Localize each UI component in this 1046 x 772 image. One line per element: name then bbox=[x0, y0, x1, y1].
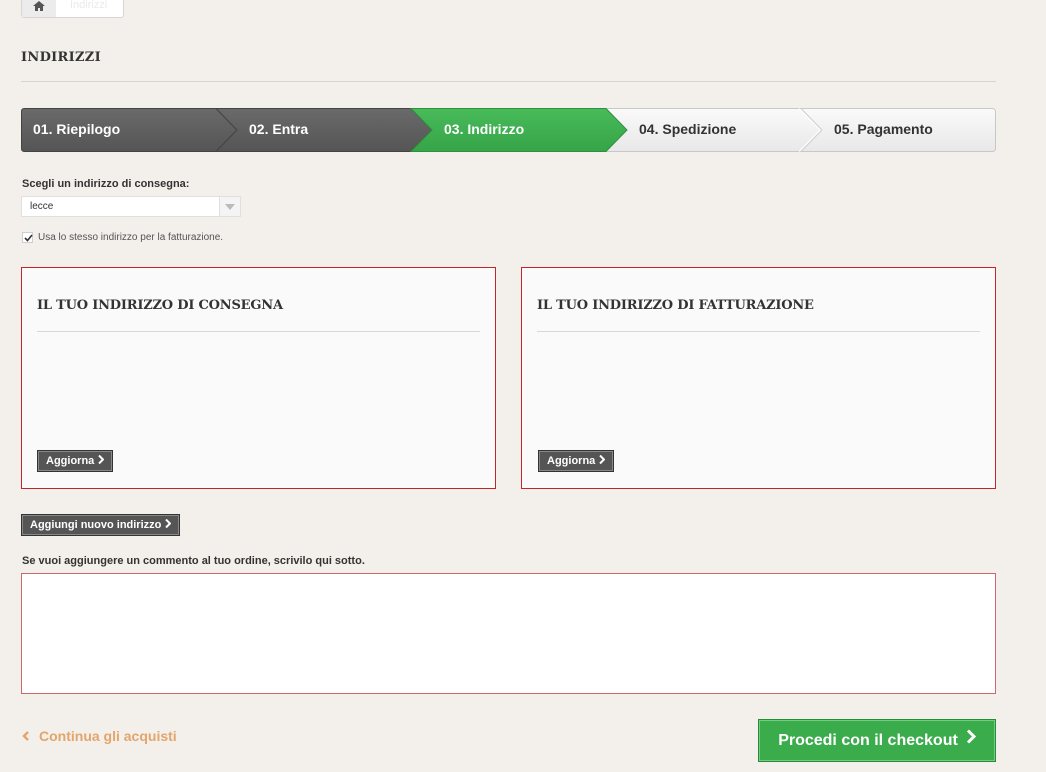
comment-textarea[interactable] bbox=[21, 573, 996, 694]
billing-address-box: IL TUO INDIRIZZO DI FATTURAZIONE Aggiorn… bbox=[521, 267, 996, 489]
delivery-address-divider bbox=[37, 331, 480, 332]
step-entra[interactable]: 02. Entra bbox=[249, 121, 308, 137]
billing-address-heading: IL TUO INDIRIZZO DI FATTURAZIONE bbox=[537, 298, 814, 313]
chevron-left-icon bbox=[22, 728, 29, 744]
checkout-steps: 01. Riepilogo 02. Entra 03. Indirizzo 04… bbox=[21, 108, 996, 152]
same-billing-checkbox[interactable] bbox=[22, 232, 33, 243]
update-billing-button[interactable]: Aggiorna bbox=[538, 450, 615, 472]
delivery-address-label: Scegli un indirizzo di consegna: bbox=[22, 178, 190, 190]
chevron-right-icon bbox=[966, 719, 976, 760]
add-address-button[interactable]: Aggiungi nuovo indirizzo bbox=[21, 514, 181, 536]
add-address-label: Aggiungi nuovo indirizzo bbox=[30, 519, 162, 531]
chevron-right-icon bbox=[165, 515, 172, 535]
checkout-label: Procedi con il checkout bbox=[778, 732, 958, 749]
page-title: INDIRIZZI bbox=[21, 50, 101, 65]
step-spedizione: 04. Spedizione bbox=[639, 121, 737, 137]
update-delivery-label: Aggiorna bbox=[46, 455, 95, 467]
chevron-down-icon[interactable] bbox=[219, 197, 240, 216]
delivery-address-heading: IL TUO INDIRIZZO DI CONSEGNA bbox=[37, 298, 283, 313]
continue-shopping-link[interactable]: Continua gli acquisti bbox=[22, 728, 177, 744]
step-indirizzo[interactable]: 03. Indirizzo bbox=[444, 121, 524, 137]
comment-label: Se vuoi aggiungere un commento al tuo or… bbox=[22, 555, 365, 567]
delivery-address-select[interactable]: lecce bbox=[21, 196, 241, 217]
step-pagamento: 05. Pagamento bbox=[834, 121, 933, 137]
continue-shopping-label: Continua gli acquisti bbox=[39, 728, 177, 744]
chevron-right-icon bbox=[599, 451, 606, 471]
chevron-right-icon bbox=[98, 451, 105, 471]
breadcrumb-current: Indirizzi bbox=[70, 0, 108, 11]
delivery-address-value: lecce bbox=[30, 201, 54, 212]
same-billing-label: Usa lo stesso indirizzo per la fatturazi… bbox=[38, 232, 224, 243]
breadcrumb: Indirizzi bbox=[21, 0, 124, 18]
title-divider bbox=[21, 81, 996, 82]
billing-address-divider bbox=[537, 331, 980, 332]
update-delivery-button[interactable]: Aggiorna bbox=[37, 450, 114, 472]
home-icon[interactable] bbox=[22, 0, 56, 17]
checkout-button[interactable]: Procedi con il checkout bbox=[758, 719, 996, 762]
delivery-address-box: IL TUO INDIRIZZO DI CONSEGNA Aggiorna bbox=[21, 267, 496, 489]
step-riepilogo[interactable]: 01. Riepilogo bbox=[33, 121, 120, 137]
update-billing-label: Aggiorna bbox=[547, 455, 596, 467]
